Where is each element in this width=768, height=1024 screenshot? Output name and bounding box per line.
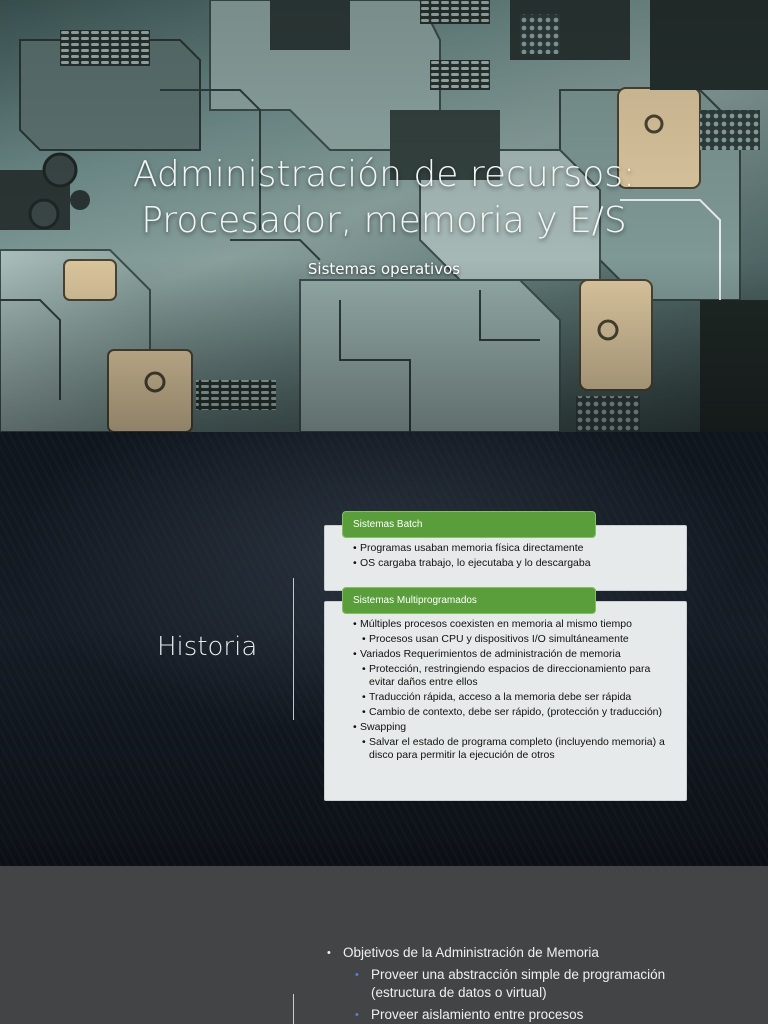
- title-line-1: Administración de recursos:: [132, 154, 636, 195]
- list-item: Variados Requerimientos de administració…: [353, 648, 672, 661]
- vertical-divider: [293, 578, 294, 720]
- vertical-divider: [293, 994, 294, 1024]
- group-content: Múltiples procesos coexisten en memoria …: [324, 601, 687, 801]
- list-item: OS cargaba trabajo, lo ejecutaba y lo de…: [353, 557, 672, 570]
- title-line-2: Procesador, memoria y E/S: [141, 200, 627, 241]
- list-item: Múltiples procesos coexisten en memoria …: [353, 618, 672, 631]
- list-subitem: Proveer una abstracción simple de progra…: [325, 966, 725, 1002]
- list-subitem: Traducción rápida, acceso a la memoria d…: [362, 691, 672, 704]
- list-subitem: Salvar el estado de programa completo (i…: [362, 736, 672, 762]
- group-header: Sistemas Batch: [342, 511, 596, 538]
- list-subitem: Cambio de contexto, debe ser rápido, (pr…: [362, 706, 672, 719]
- objetivos-slide: Objetivos de la Administración de Memori…: [0, 866, 768, 1024]
- list-subitem: Protección, restringiendo espacios de di…: [362, 663, 672, 689]
- list-item: Swapping: [353, 721, 672, 734]
- presentation-title: Administración de recursos: Procesador, …: [0, 152, 768, 244]
- list-subitem: Procesos usan CPU y dispositivos I/O sim…: [362, 633, 672, 646]
- title-slide: Administración de recursos: Procesador, …: [0, 0, 768, 432]
- bullet-list: Objetivos de la Administración de Memori…: [325, 944, 725, 1024]
- list-item: Programas usaban memoria física directam…: [353, 542, 672, 555]
- list-item: Objetivos de la Administración de Memori…: [325, 944, 725, 962]
- list-subitem: Proveer aislamiento entre procesos: [325, 1006, 725, 1024]
- slide-heading: Historia: [157, 632, 258, 662]
- group-header: Sistemas Multiprogramados: [342, 587, 596, 614]
- presentation-subtitle: Sistemas operativos: [307, 260, 461, 278]
